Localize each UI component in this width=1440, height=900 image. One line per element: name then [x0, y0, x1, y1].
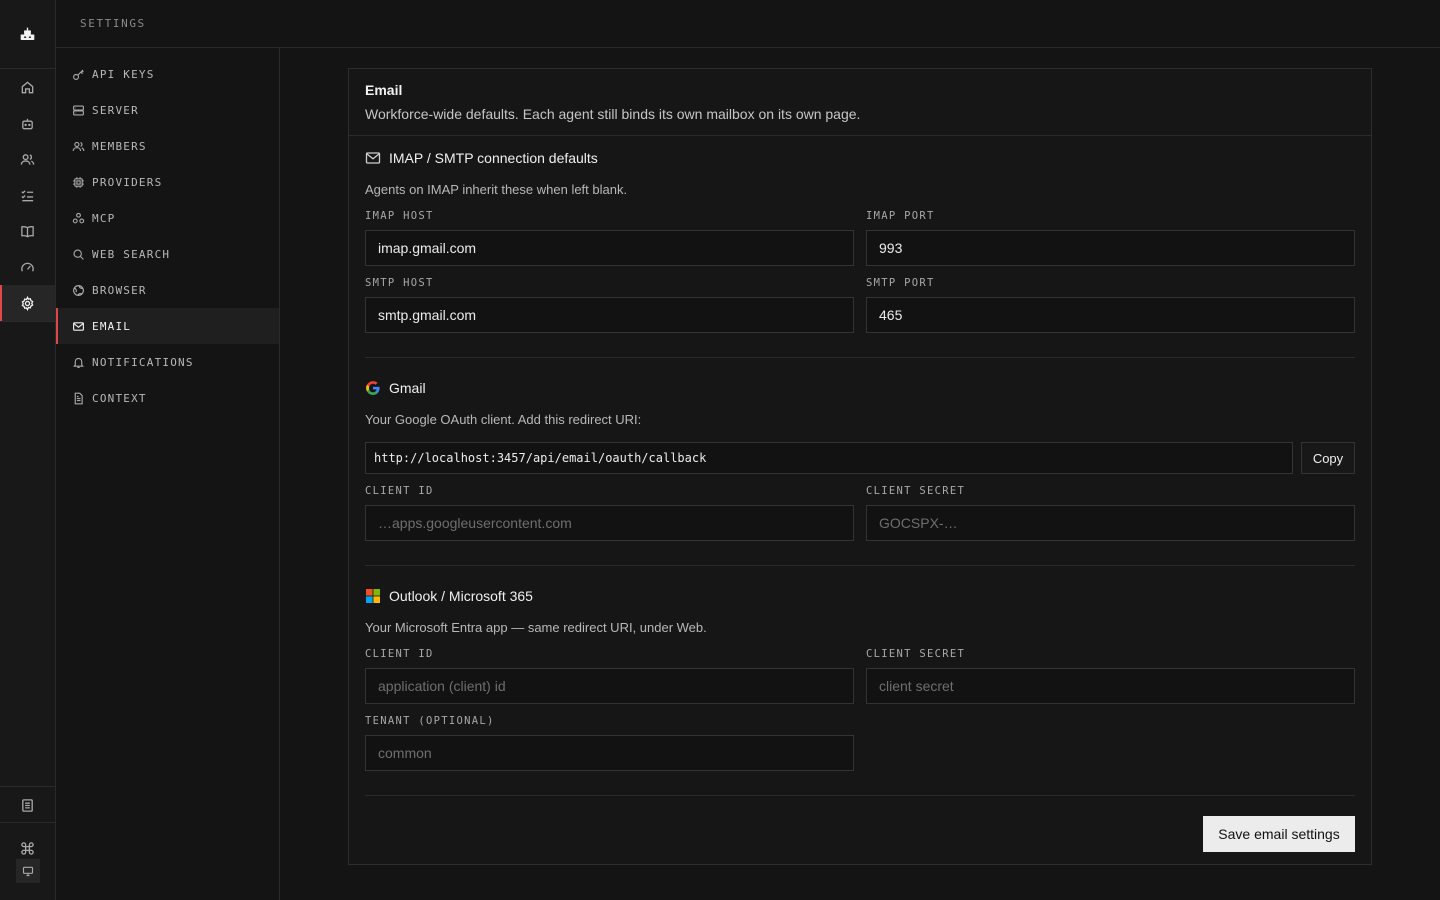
key-icon: [73, 69, 84, 80]
outlook-tenant-input[interactable]: [365, 735, 854, 771]
rail-display-button[interactable]: [16, 859, 40, 883]
microsoft-icon: [366, 589, 380, 603]
sidebar-item-providers[interactable]: PROVIDERS: [56, 164, 279, 200]
outlook-client-id-input[interactable]: [365, 668, 854, 704]
rail-usage-button[interactable]: [0, 249, 55, 285]
command-icon: [21, 841, 34, 855]
email-settings-card: Email Workforce-wide defaults. Each agen…: [348, 68, 1372, 865]
users-icon: [20, 153, 35, 165]
page-title: SETTINGS: [80, 17, 146, 30]
app-rail: [0, 0, 56, 900]
app-logo[interactable]: [0, 0, 55, 69]
outlook-title-text: Outlook / Microsoft 365: [389, 588, 533, 604]
mail-icon: [73, 321, 84, 331]
rail-divider: [0, 822, 55, 823]
imap-port-label: IMAP PORT: [866, 210, 935, 222]
gear-icon: [21, 295, 34, 311]
book-icon: [21, 225, 34, 237]
sidebar-item-label: PROVIDERS: [92, 175, 163, 189]
rail-home-button[interactable]: [0, 69, 55, 105]
redirect-uri-field[interactable]: [365, 442, 1293, 474]
gmail-section-title: Gmail: [365, 380, 426, 396]
robot-logo-icon: [20, 27, 35, 40]
sidebar-item-label: API KEYS: [92, 67, 155, 81]
copy-redirect-uri-button[interactable]: Copy: [1301, 442, 1355, 474]
section-divider: [365, 795, 1355, 796]
rail-divider: [0, 321, 55, 322]
sidebar-item-label: EMAIL: [92, 319, 132, 333]
gmail-section-description: Your Google OAuth client. Add this redir…: [365, 412, 642, 427]
search-icon: [73, 248, 84, 260]
settings-sidebar: API KEYS SERVER MEMBERS PROVIDERS MCP WE…: [56, 48, 280, 900]
sidebar-item-notifications[interactable]: NOTIFICATIONS: [56, 344, 279, 380]
imap-port-input[interactable]: [866, 230, 1355, 266]
imap-section-description: Agents on IMAP inherit these when left b…: [365, 182, 628, 197]
save-email-settings-button[interactable]: Save email settings: [1203, 816, 1355, 852]
imap-host-label: IMAP HOST: [365, 210, 434, 222]
gmail-client-secret-label: CLIENT SECRET: [866, 485, 966, 497]
gmail-title-text: Gmail: [389, 380, 426, 396]
bell-icon: [73, 357, 84, 368]
home-icon: [21, 80, 34, 93]
outlook-client-secret-label: CLIENT SECRET: [866, 648, 966, 660]
sidebar-item-browser[interactable]: BROWSER: [56, 272, 279, 308]
gauge-icon: [21, 262, 34, 272]
rail-docs-button[interactable]: [0, 787, 55, 823]
outlook-client-id-label: CLIENT ID: [365, 648, 434, 660]
nodes-icon: [72, 212, 85, 223]
file-icon: [74, 392, 83, 404]
checklist-icon: [21, 189, 34, 201]
smtp-host-label: SMTP HOST: [365, 277, 434, 289]
chip-icon: [73, 176, 84, 188]
outlook-section-title: Outlook / Microsoft 365: [365, 588, 533, 604]
document-icon: [22, 798, 33, 812]
sidebar-item-label: MEMBERS: [92, 139, 147, 153]
sidebar-item-email[interactable]: EMAIL: [56, 308, 279, 344]
server-icon: [73, 104, 84, 116]
outlook-client-secret-input[interactable]: [866, 668, 1355, 704]
sidebar-item-members[interactable]: MEMBERS: [56, 128, 279, 164]
sidebar-item-server[interactable]: SERVER: [56, 92, 279, 128]
imap-section-title: IMAP / SMTP connection defaults: [365, 150, 598, 166]
rail-agents-button[interactable]: [0, 105, 55, 141]
top-bar: SETTINGS: [56, 0, 1440, 48]
gmail-client-id-input[interactable]: [365, 505, 854, 541]
users-icon: [72, 141, 85, 151]
rail-people-button[interactable]: [0, 141, 55, 177]
rail-settings-button[interactable]: [0, 285, 55, 321]
sidebar-item-mcp[interactable]: MCP: [56, 200, 279, 236]
sidebar-item-label: SERVER: [92, 103, 139, 117]
google-icon: [366, 381, 380, 395]
imap-title-text: IMAP / SMTP connection defaults: [389, 150, 598, 166]
sidebar-item-label: CONTEXT: [92, 391, 147, 405]
imap-host-input[interactable]: [365, 230, 854, 266]
sidebar-item-label: MCP: [92, 211, 116, 225]
smtp-port-label: SMTP PORT: [866, 277, 935, 289]
rail-tasks-button[interactable]: [0, 177, 55, 213]
sidebar-item-label: BROWSER: [92, 283, 147, 297]
mail-icon: [365, 152, 381, 164]
sidebar-item-api-keys[interactable]: API KEYS: [56, 56, 279, 92]
gmail-client-secret-input[interactable]: [866, 505, 1355, 541]
outlook-tenant-label: TENANT (OPTIONAL): [365, 715, 495, 727]
card-header: Email Workforce-wide defaults. Each agen…: [349, 69, 1371, 136]
outlook-section-description: Your Microsoft Entra app — same redirect…: [365, 620, 707, 635]
sidebar-item-label: NOTIFICATIONS: [92, 355, 194, 369]
sidebar-item-context[interactable]: CONTEXT: [56, 380, 279, 416]
section-divider: [365, 565, 1355, 566]
globe-icon: [73, 284, 84, 296]
monitor-icon: [22, 866, 34, 877]
smtp-port-input[interactable]: [866, 297, 1355, 333]
card-description: Workforce-wide defaults. Each agent stil…: [365, 106, 861, 122]
rail-library-button[interactable]: [0, 213, 55, 249]
sidebar-item-label: WEB SEARCH: [92, 247, 171, 261]
sidebar-item-web-search[interactable]: WEB SEARCH: [56, 236, 279, 272]
smtp-host-input[interactable]: [365, 297, 854, 333]
section-divider: [365, 357, 1355, 358]
card-title: Email: [365, 82, 403, 98]
robot-icon: [22, 118, 33, 129]
gmail-client-id-label: CLIENT ID: [365, 485, 434, 497]
